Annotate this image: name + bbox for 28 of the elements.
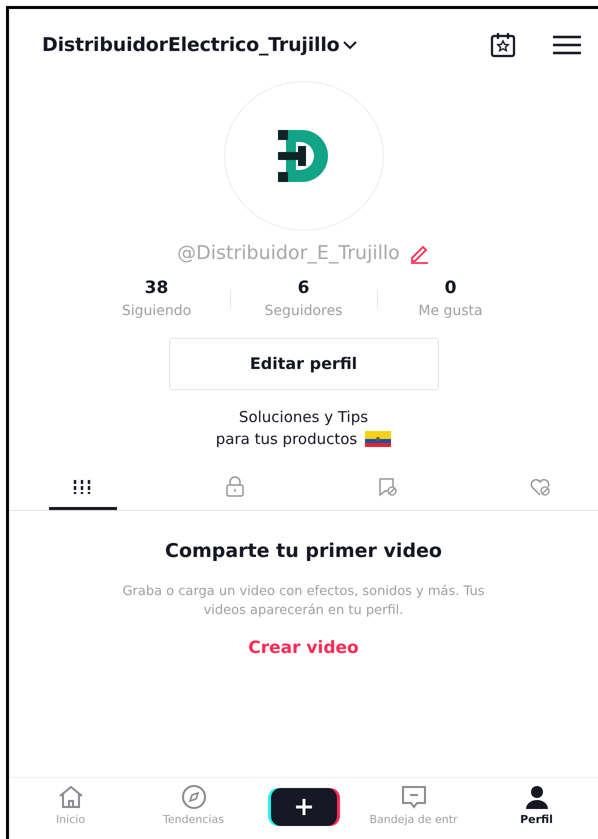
stat-label: Me gusta	[418, 302, 483, 321]
bio-text: para tus productos	[216, 429, 358, 450]
empty-title: Comparte tu primer video	[165, 539, 442, 564]
edit-profile-button[interactable]: Editar perfil	[168, 338, 438, 390]
stat-label: Seguidores	[264, 302, 342, 321]
compass-icon	[180, 784, 208, 810]
stat-count: 38	[144, 276, 168, 300]
create-video-link[interactable]: Crear video	[248, 636, 359, 661]
hidden-post-icon[interactable]	[376, 476, 399, 498]
stat-count: 0	[444, 276, 456, 300]
empty-description: Graba o carga un video con efectos, sonidos y más. Tus videos aparecerán en tu perfil.	[121, 582, 486, 620]
nav-tab[interactable]: Bandeja de entr	[364, 784, 464, 828]
stat-count: 6	[298, 276, 310, 300]
stat-label: Siguiendo	[122, 302, 192, 321]
nav-tab[interactable]: Tendencias	[144, 784, 244, 828]
home-icon	[56, 784, 84, 810]
menu-icon[interactable]	[552, 35, 582, 55]
bio-text: Soluciones y Tips	[238, 407, 368, 428]
plus-icon	[268, 788, 340, 826]
nav-tab[interactable]: Perfil	[486, 784, 586, 828]
nav-tab[interactable]: Inicio	[20, 784, 120, 828]
username: @Distribuidor_E_Trujillo	[177, 241, 400, 266]
flag-icon	[365, 431, 392, 447]
account-title[interactable]: DistribuidorElectrico_Trujillo	[42, 30, 340, 60]
create-button[interactable]	[266, 788, 340, 826]
message-icon	[400, 784, 428, 810]
lock-icon[interactable]	[224, 476, 246, 498]
chevron-down-icon[interactable]	[342, 40, 357, 50]
